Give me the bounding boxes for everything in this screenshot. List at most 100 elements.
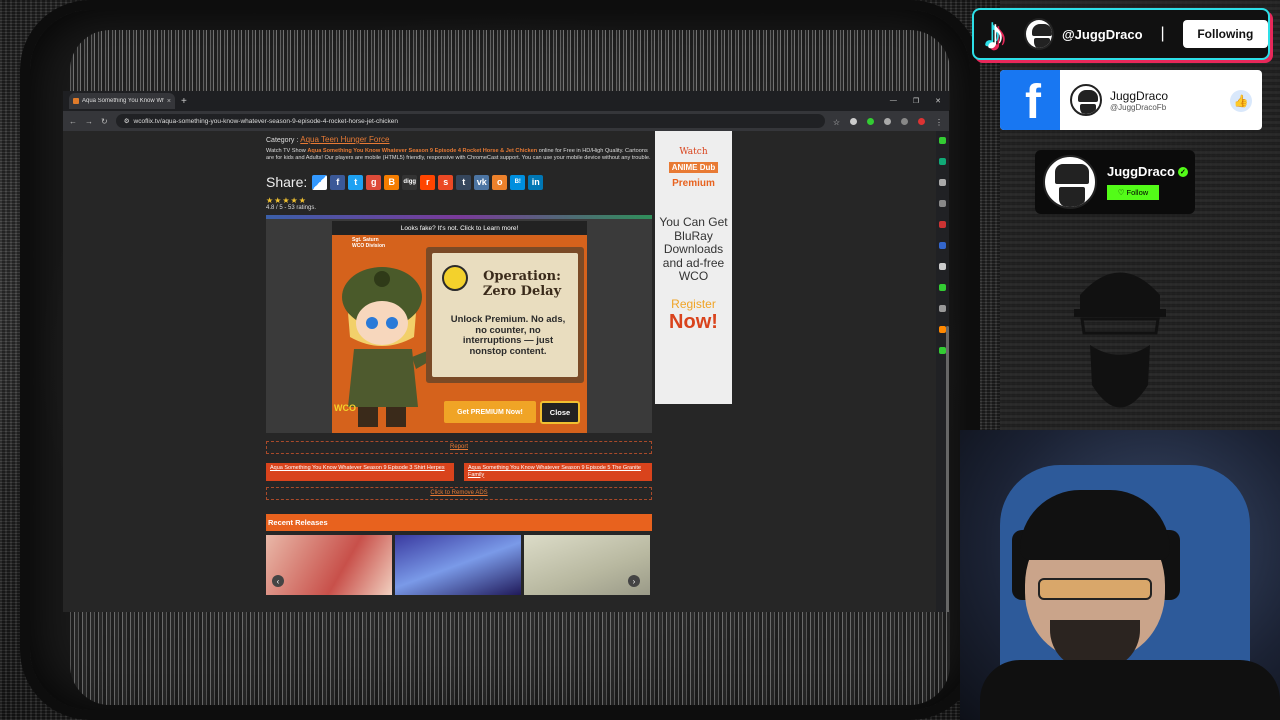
digg-icon[interactable]: digg [402,174,418,190]
premium-popup: Looks fake? It's not. Click to Learn mor… [332,221,587,433]
remove-ads-link[interactable]: Click to Remove ADS [266,487,652,500]
tumblr-icon[interactable]: t [456,174,472,190]
category-link[interactable]: Aqua Teen Hunger Force [300,135,389,144]
radiation-icon [442,265,468,291]
kick-name-row: JuggDraco ✓ [1107,164,1188,179]
menu-icon[interactable]: ⋮ [935,118,943,127]
extension-icon[interactable] [867,117,874,125]
odnoklassniki-icon[interactable]: o [492,174,508,190]
profile-icon[interactable] [918,117,925,125]
hatena-icon[interactable]: B! [510,174,526,190]
tab-close-icon[interactable]: × [167,98,171,105]
facebook-icon[interactable]: f [330,174,346,190]
tiktok-handle: @JuggDraco [1061,26,1143,42]
puzzle-icon[interactable] [884,117,891,125]
scrollbar[interactable] [946,326,949,612]
sidebar-app-icon[interactable] [939,179,946,186]
tiktok-logo-icon: ♪ [984,10,1006,59]
stream-scene: Aqua Something You Know Wh × + — ❐ ✕ ← →… [0,0,1280,720]
close-popup-button[interactable]: Close [540,401,580,424]
popup-title: Operation: Zero Delay [482,269,562,299]
video-player[interactable]: Looks fake? It's not. Click to Learn mor… [266,215,652,433]
tab-active[interactable]: Aqua Something You Know Wh × [69,93,175,109]
sidepanel-icon[interactable] [901,117,908,125]
maximize-icon[interactable]: ❐ [913,97,919,105]
sidebar-app-icon[interactable] [939,221,946,228]
following-button[interactable]: Following [1182,20,1268,48]
sidebar-app-icon[interactable] [939,137,946,144]
close-window-icon[interactable]: ✕ [935,97,941,105]
poster-board: Operation: Zero Delay Unlock Premium. No… [426,247,584,383]
extensions: ☆ ⋮ [833,117,943,127]
back-icon[interactable]: ← [69,117,77,126]
url-text: wcoflix.tv/aqua-something-you-know-whate… [133,117,398,125]
heart-icon: ♡ [1117,188,1125,197]
facebook-logo-icon: f [1000,70,1060,130]
side-ad-text: You Can Get BluRay Downloads and ad-free… [659,215,728,283]
sidebar-app-icon[interactable] [939,347,946,354]
release-thumbnail[interactable] [395,535,521,595]
avatar [1024,18,1054,50]
twitter-icon[interactable]: t [348,174,364,190]
bookmark-star-icon[interactable]: ☆ [833,118,840,127]
sidebar-app-icon[interactable] [939,305,946,312]
desc-prefix: Watch TV Show [266,148,306,154]
thumbs-up-icon[interactable]: 👍 [1230,90,1252,112]
desc-title: Aqua Something You Know Whatever Season … [307,148,538,154]
kick-follow-button[interactable]: ♡ Follow [1107,185,1159,200]
google-icon[interactable]: g [366,174,382,190]
sidebar-app-icon[interactable] [939,200,946,207]
address-bar[interactable]: ⚙ wcoflix.tv/aqua-something-you-know-wha… [115,114,825,128]
side-ad-anime: ANIME [671,163,698,172]
episode-nav: Aqua Something You Know Whatever Season … [266,463,652,481]
recent-releases-carousel: ‹ › [266,535,652,595]
poster-paper: Operation: Zero Delay Unlock Premium. No… [432,253,578,377]
delicious-icon[interactable] [312,174,328,190]
reload-icon[interactable]: ↻ [101,117,108,126]
stumbleupon-icon[interactable]: s [438,174,454,190]
release-thumbnail[interactable] [266,535,392,595]
streamer-logo-face [1074,272,1166,408]
tab-bar: Aqua Something You Know Wh × + — ❐ ✕ [63,91,949,111]
category-label: Category : [266,137,299,144]
toolbar: ← → ↻ ⚙ wcoflix.tv/aqua-something-you-kn… [63,111,949,131]
new-tab-button[interactable]: + [181,96,187,107]
side-ad-watch: Watch [679,147,708,157]
category-line: Category : Aqua Teen Hunger Force [266,135,652,144]
reddit-icon[interactable]: r [420,174,436,190]
linkedin-icon[interactable]: in [528,174,544,190]
forward-icon[interactable]: → [85,117,93,126]
side-ad-logo: ANIME Dub [668,162,719,173]
vk-icon[interactable]: vk [474,174,490,190]
facebook-handle: @JuggDracoFb [1110,102,1167,112]
extension-icon[interactable] [850,117,857,125]
side-ad-now: Now! [669,310,718,333]
tv-static-bottom [70,610,950,705]
blogger-icon[interactable]: B [384,174,400,190]
window-controls: — ❐ ✕ [890,97,949,105]
side-ad-register: Register [671,296,716,311]
sidebar-app-icon[interactable] [939,326,946,333]
minimize-icon[interactable]: — [890,97,897,105]
popup-top-text[interactable]: Looks fake? It's not. Click to Learn mor… [332,221,587,235]
rating-stars[interactable]: ★★★★★ [266,196,652,205]
kick-info: JuggDraco ✓ ♡ Follow [1107,164,1188,200]
site-info-icon[interactable]: ⚙ [124,117,130,125]
sidebar-app-icon[interactable] [939,242,946,249]
prev-episode-link[interactable]: Aqua Something You Know Whatever Season … [266,463,454,481]
carousel-next-icon[interactable]: › [628,575,640,587]
facebook-names: JuggDraco @JuggDracoFb [1110,89,1168,112]
side-ad-dub: Dub [699,163,716,172]
sidebar-app-icon[interactable] [939,284,946,291]
sidebar-app-icon[interactable] [939,263,946,270]
carousel-prev-icon[interactable]: ‹ [272,575,284,587]
player-banner-strip [266,215,652,219]
next-episode-link[interactable]: Aqua Something You Know Whatever Season … [464,463,652,481]
side-premium-ad[interactable]: Watch ANIME Dub Premium You Can Get BluR… [655,131,732,404]
sidebar-app-icon[interactable] [939,158,946,165]
separator: | [1160,25,1165,42]
wco-logo: WCO [334,403,356,413]
tiktok-follow-banner: ♪ @JuggDraco | Following [972,8,1270,60]
report-link[interactable]: Report [266,441,652,454]
get-premium-button[interactable]: Get PREMIUM Now! [444,401,536,423]
